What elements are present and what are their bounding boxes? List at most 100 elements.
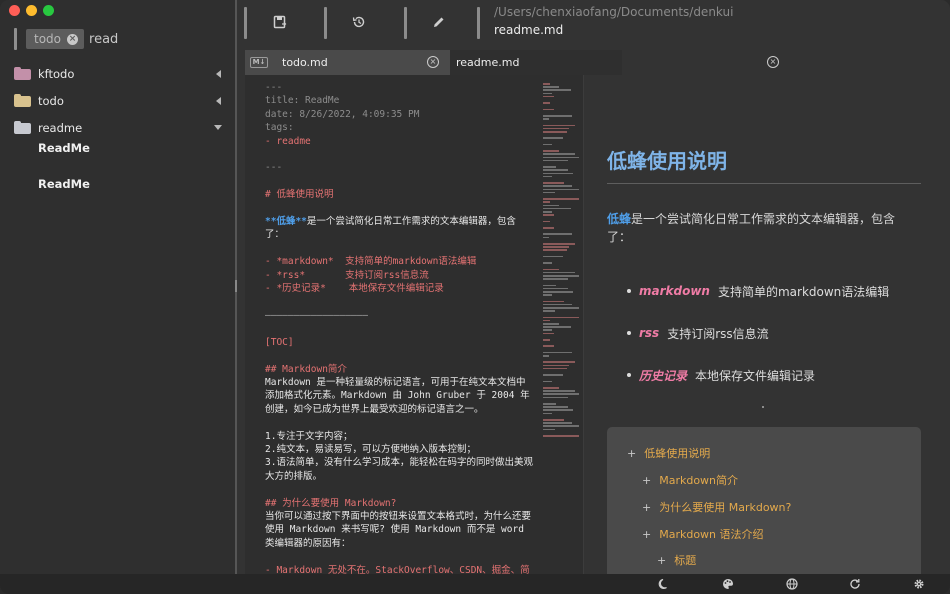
toc-item[interactable]: + 低蜂使用说明 [627,445,710,461]
toolbar-separator [477,7,480,39]
remove-tag-icon[interactable]: × [67,33,79,45]
editor-line: --- [265,162,283,174]
minimap-line [543,351,573,354]
tag-search-bar[interactable]: todo × read [14,27,118,51]
editor-line: 创建，如今已成为世界上最受欢迎的标记语言之一。 [265,403,484,415]
refresh-icon[interactable] [849,578,861,590]
toc-item[interactable]: + Markdown 语法介绍 [642,526,764,542]
minimap-line [543,355,549,357]
minimap-line [543,83,550,85]
minimap-line [543,323,559,325]
plus-icon: + [642,528,652,541]
minimize-window-button[interactable] [26,5,37,16]
toc-item[interactable]: + Markdown简介 [642,472,738,488]
minimap-line [543,214,555,216]
edit-icon[interactable] [432,15,446,29]
file-title: readme.md [494,23,564,37]
toc-item-label: 为什么要使用 Markdown? [659,501,792,514]
toc-item[interactable]: + 标题 [657,552,696,568]
file-tree: kftodo todo readme [0,60,235,141]
app-window: todo × read kftodo todo readme ReadMe Re… [0,0,950,594]
save-icon[interactable] [273,15,287,29]
minimap-line [543,246,569,248]
folder-item-kftodo[interactable]: kftodo [0,60,235,87]
history-icon[interactable] [352,15,366,29]
folder-label: todo [38,93,64,108]
chevron-down-icon[interactable] [214,125,222,130]
globe-icon[interactable] [786,578,798,590]
gear-icon[interactable] [913,578,925,590]
minimap-line [543,319,550,322]
minimap-line [543,255,564,258]
zoom-window-button[interactable] [43,5,54,16]
tab-todo-md[interactable]: M↓ todo.md × [245,50,450,75]
list-item-emphasis: markdown [639,284,710,298]
minimap-line [543,115,573,117]
minimap-line [543,278,568,280]
editor-minimap[interactable] [540,75,584,574]
minimap-line [543,211,552,213]
minimap-line [543,185,573,187]
close-tab-icon[interactable]: × [767,56,779,68]
editor-line: 1.专注于文字内容； [265,430,353,442]
minimap-line [543,294,553,296]
folder-label: readme [38,120,83,135]
minimap-line [543,393,579,395]
minimap-line [543,166,556,168]
folder-item-todo[interactable]: todo [0,87,235,114]
markdown-icon: M↓ [250,57,268,68]
tab-readme-md[interactable]: readme.md × [450,50,779,75]
preview-bold-text: 低蜂 [607,212,632,226]
toc-item[interactable]: + 为什么要使用 Markdown? [642,499,791,515]
toc-item-label: 标题 [674,554,697,567]
minimap-line [543,406,568,408]
moon-icon[interactable] [658,578,670,590]
tab-label: todo.md [282,56,328,69]
palette-icon[interactable] [722,578,734,590]
editor-line: tags: [265,122,294,134]
minimap-line [543,284,556,287]
editor-content[interactable]: --- title: ReadMe date: 8/26/2022, 4:09:… [245,75,540,574]
status-bar [0,574,950,594]
minimap-line [543,137,564,139]
toolbar-separator [324,7,327,39]
folder-label: kftodo [38,66,75,81]
doc-item-readme-2[interactable]: ReadMe [38,177,90,191]
minimap-line [543,95,555,98]
bullet-icon [627,289,631,293]
chevron-left-icon[interactable] [216,70,221,78]
minimap-line [543,102,550,104]
minimap-line [543,345,555,347]
close-tab-icon[interactable]: × [427,56,439,68]
minimap-line [543,287,568,290]
tag-chip[interactable]: todo × [26,29,85,49]
minimap-line [543,419,565,421]
chevron-left-icon[interactable] [216,97,221,105]
editor-line: ## 为什么要使用 Markdown? [265,497,397,509]
doc-item-readme[interactable]: ReadMe [38,141,90,155]
minimap-line [543,233,573,235]
toc-item-label: Markdown 语法介绍 [659,528,764,541]
markdown-editor[interactable]: --- title: ReadMe date: 8/26/2022, 4:09:… [245,75,540,574]
minimap-line [543,403,556,405]
minimap-line [543,86,559,88]
file-path: /Users/chenxiaofang/Documents/denkui [494,5,734,19]
minimap-line [543,310,556,312]
tag-chip-label: todo [34,32,62,46]
minimap-line [543,412,553,415]
minimap-line [543,275,579,277]
close-window-button[interactable] [9,5,20,16]
minimap-line [543,435,579,437]
minimap-line [543,201,550,203]
sidebar: todo × read kftodo todo readme ReadMe Re… [0,0,235,574]
minimap-line [543,191,556,194]
editor-line: 3.语法简单，没有什么学习成本，能轻松在码字的同时做出美观 [265,457,533,469]
horizontal-rule [762,406,764,408]
heading-underline [607,183,921,184]
editor-line: 类编辑器的原因有： [265,537,351,549]
sidebar-resize-handle[interactable] [235,0,237,574]
minimap-line [543,374,564,376]
folder-item-readme[interactable]: readme [0,114,235,141]
toc-item-label: Markdown简介 [659,474,739,487]
search-input[interactable]: read [89,32,118,47]
